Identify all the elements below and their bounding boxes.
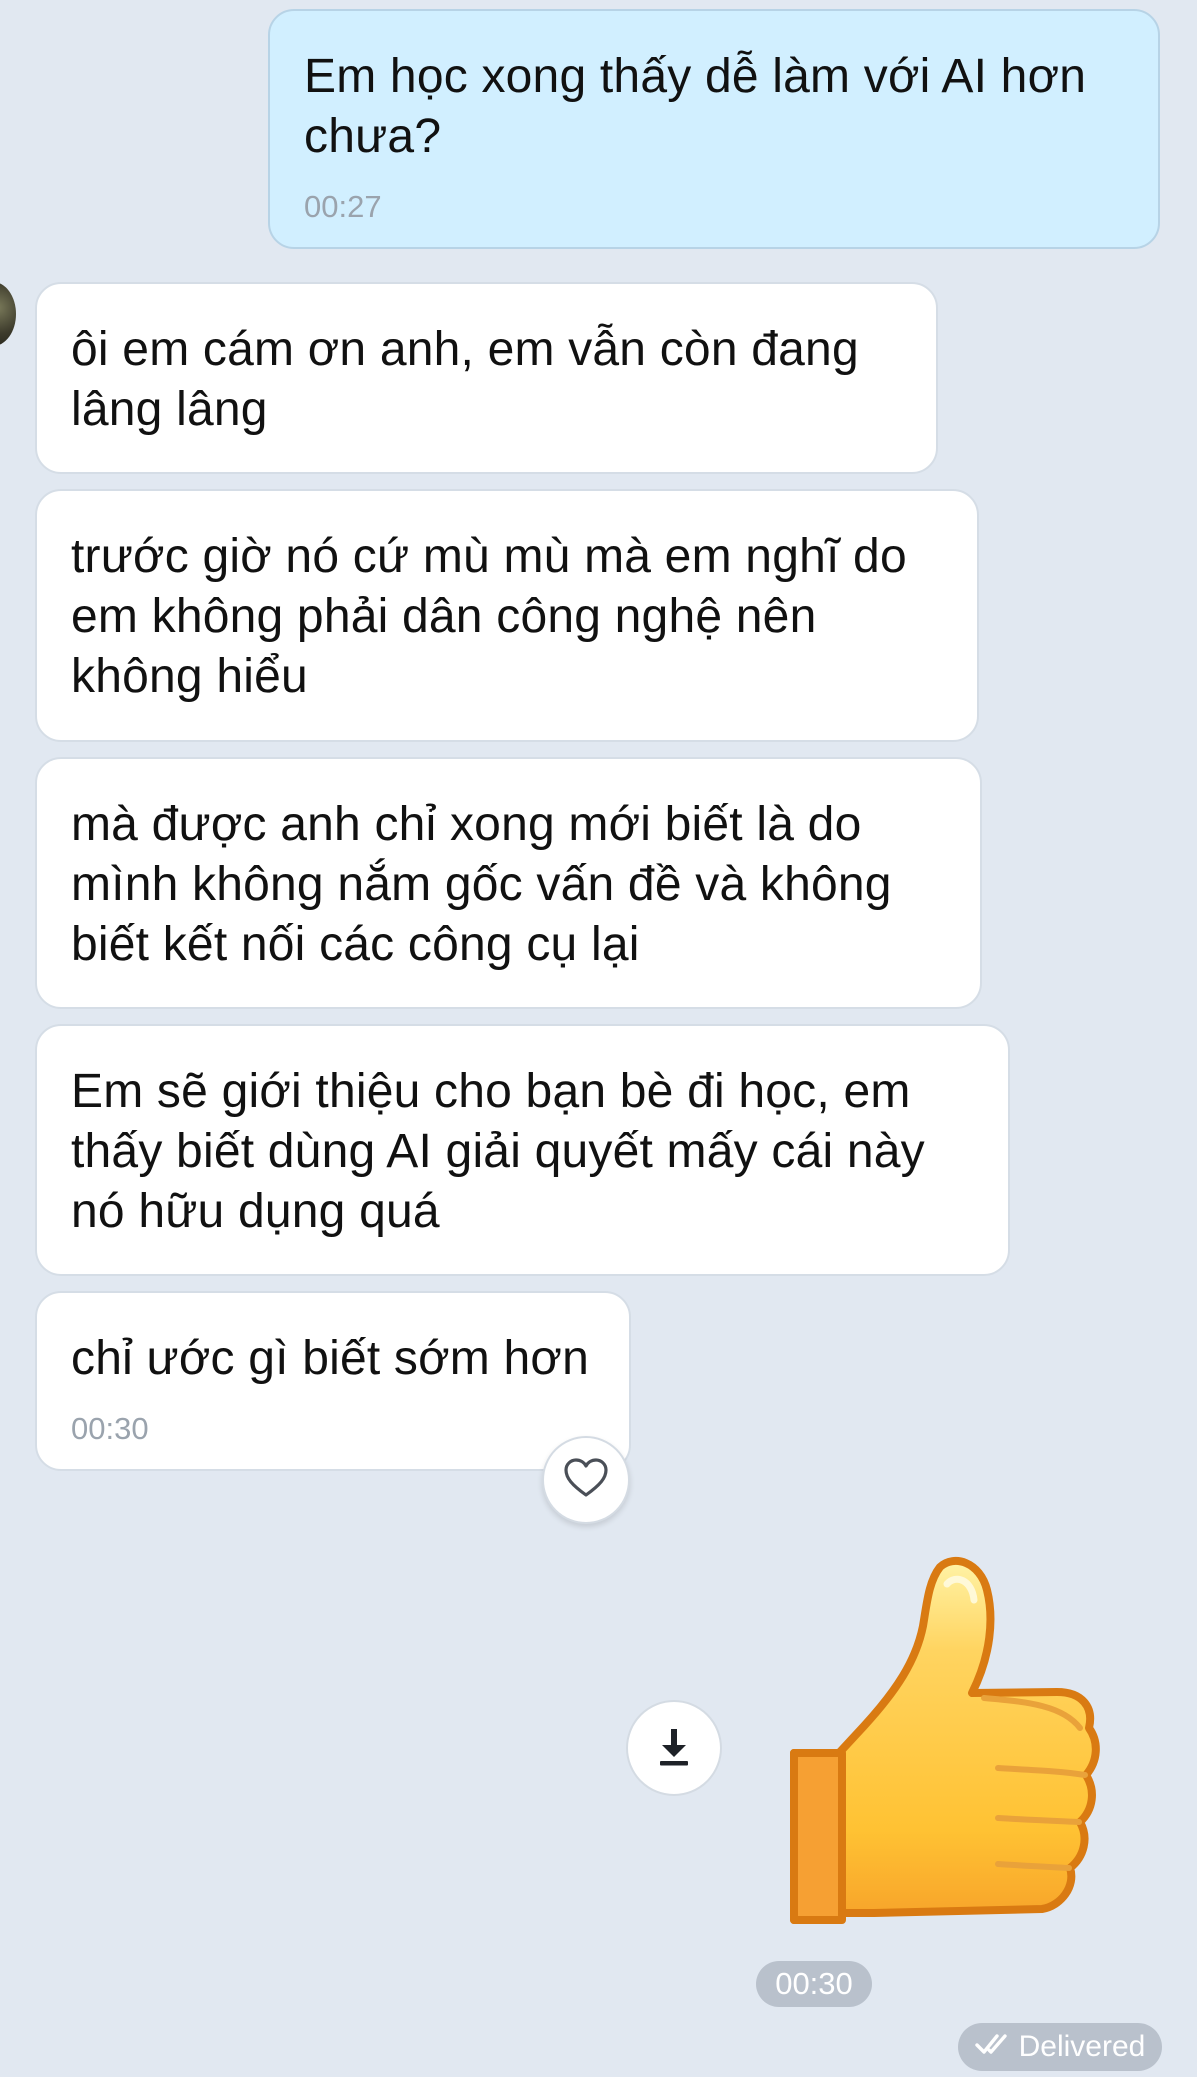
message-text: ôi em cám ơn anh, em vẫn còn đang lâng l… bbox=[71, 323, 859, 436]
sticker-time: 00:30 bbox=[775, 1966, 853, 2001]
reaction-button[interactable] bbox=[542, 1436, 630, 1524]
message-text: mà được anh chỉ xong mới biết là do mình… bbox=[71, 798, 892, 971]
download-icon bbox=[654, 1725, 694, 1772]
message-time: 00:30 bbox=[71, 1411, 149, 1446]
double-check-icon bbox=[974, 2030, 1011, 2064]
message-incoming[interactable]: trước giờ nó cứ mù mù mà em nghĩ do em k… bbox=[35, 489, 979, 742]
download-button[interactable] bbox=[626, 1700, 722, 1796]
avatar[interactable] bbox=[0, 282, 16, 346]
message-text: trước giờ nó cứ mù mù mà em nghĩ do em k… bbox=[71, 530, 907, 703]
message-text: Em sẽ giới thiệu cho bạn bè đi học, em t… bbox=[71, 1065, 925, 1238]
message-incoming[interactable]: chỉ ước gì biết sớm hơn 00:30 bbox=[35, 1291, 631, 1471]
delivered-status: Delivered bbox=[958, 2023, 1162, 2071]
delivered-label: Delivered bbox=[1018, 2030, 1146, 2063]
message-incoming[interactable]: ôi em cám ơn anh, em vẫn còn đang lâng l… bbox=[35, 282, 938, 474]
message-incoming[interactable]: Em sẽ giới thiệu cho bạn bè đi học, em t… bbox=[35, 1024, 1010, 1276]
message-outgoing[interactable]: Em học xong thấy dễ làm với AI hơn chưa?… bbox=[268, 9, 1160, 249]
message-text: Em học xong thấy dễ làm với AI hơn chưa? bbox=[304, 50, 1087, 163]
thumbs-up-sticker[interactable] bbox=[784, 1556, 1120, 1932]
message-incoming[interactable]: mà được anh chỉ xong mới biết là do mình… bbox=[35, 757, 982, 1009]
message-time: 00:27 bbox=[304, 189, 382, 224]
sticker-time-pill: 00:30 bbox=[756, 1961, 872, 2007]
thumbs-up-icon bbox=[784, 1556, 1120, 1936]
message-text: chỉ ước gì biết sớm hơn bbox=[71, 1332, 589, 1385]
heart-icon bbox=[563, 1457, 609, 1504]
